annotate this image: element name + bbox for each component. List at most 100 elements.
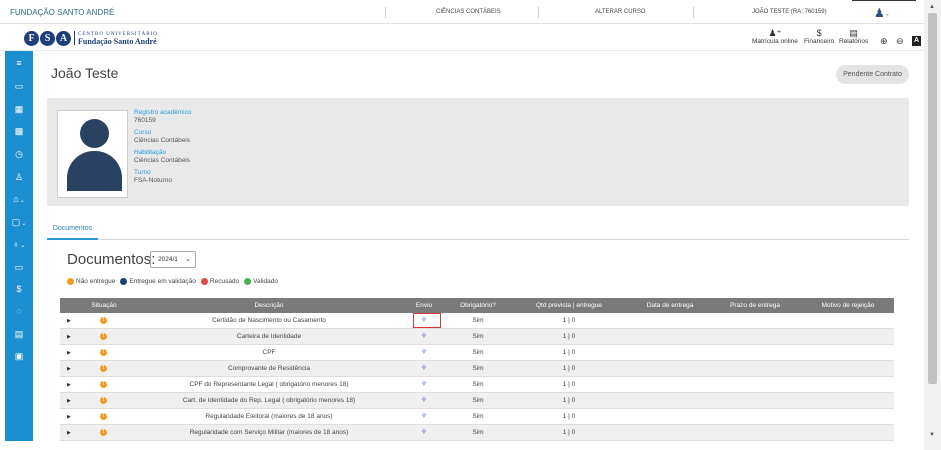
required-value: Sim	[472, 333, 484, 340]
fsa-logo[interactable]: F S A CENTRO UNIVERSITÁRIO Fundação Sant…	[24, 29, 158, 47]
expand-icon[interactable]: ▶	[67, 318, 71, 324]
zoom-in-icon[interactable]: ⊕	[880, 36, 888, 47]
document-description: Certidão de Nascimento ou Casamento	[212, 317, 326, 324]
page-scrollbar[interactable]: ▲ ▼	[924, 0, 941, 450]
divider	[538, 7, 539, 18]
attach-icon[interactable]: ✧	[421, 347, 428, 356]
table-row[interactable]: ▶! CPF do Representante Legal ( obrigatór…	[60, 377, 894, 393]
logo-letter: F	[24, 30, 39, 46]
table-row[interactable]: ▶! Carteira de Identidade ✧ Sim 1 | 0	[60, 329, 894, 345]
expand-icon[interactable]: ▶	[67, 382, 71, 388]
clock-icon[interactable]: ◷	[5, 146, 33, 162]
legend-item: Entregue em validação	[120, 278, 196, 285]
expand-icon[interactable]: ▶	[67, 398, 71, 404]
change-course-link[interactable]: ALTERAR CURSO	[595, 9, 646, 15]
tab-bar: Documentos	[47, 221, 909, 240]
table-row[interactable]: ▶! Cart. de Identidade do Rep. Legal ( ob…	[60, 393, 894, 409]
attach-icon[interactable]: ✧	[421, 411, 428, 420]
quantity-value: 1 | 0	[562, 317, 576, 324]
monitor-icon[interactable]: ▭	[5, 78, 33, 94]
year-select[interactable]: 2024/1 ⌄	[150, 251, 196, 268]
clipboard-icon[interactable]: ▢⌄	[5, 214, 33, 230]
high-contrast-icon[interactable]: A	[912, 36, 921, 46]
financeiro-link[interactable]: $ Financeiro	[804, 28, 834, 45]
expand-icon[interactable]: ▶	[67, 334, 71, 340]
table-row[interactable]: ▶! Certidão de Nascimento ou Casamento ✧ Si…	[60, 313, 894, 329]
pending-status-icon: !	[100, 429, 107, 436]
column-header: Descrição	[254, 302, 284, 309]
document-description: Comprovante de Residência	[227, 365, 311, 372]
attach-icon[interactable]: ✧	[421, 331, 428, 340]
pending-contract-button[interactable]: Pendente Contrato	[836, 65, 909, 84]
avatar-body	[67, 151, 122, 191]
user-menu-icon[interactable]: ♟⌄	[874, 6, 890, 20]
highlight-box	[413, 313, 441, 328]
user-add-icon[interactable]: ♙	[5, 169, 33, 185]
document-description: Carteira de Identidade	[236, 333, 302, 340]
divider	[385, 7, 386, 18]
sidebar: ≡ ▭ ▦ ▩ ◷ ♙ ⌂⌄ ▢⌄ ♁⌄ ▭ $ ◌ ▤ ▣	[5, 51, 33, 441]
pin-icon[interactable]: ♁⌄	[5, 236, 33, 252]
column-header: Envio	[415, 302, 433, 309]
quantity-value: 1 | 0	[562, 365, 576, 372]
calendar-icon[interactable]: ▦	[5, 101, 33, 117]
table-row[interactable]: ▶! CPF ✧ Sim 1 | 0	[60, 345, 894, 361]
chat-icon[interactable]: ◌	[5, 303, 33, 319]
user-name: JOÃO TESTE (RA: 760159)	[752, 9, 827, 15]
student-name: João Teste	[51, 65, 119, 81]
scroll-up-icon[interactable]: ▲	[929, 4, 935, 10]
divider	[852, 0, 916, 1]
required-value: Sim	[472, 365, 484, 372]
expand-icon[interactable]: ▶	[67, 414, 71, 420]
current-course: CIÊNCIAS CONTÁBEIS	[436, 9, 501, 15]
validation-icon	[120, 278, 128, 285]
top-bar: FUNDAÇÃO SANTO ANDRÉ CIÊNCIAS CONTÁBEIS …	[0, 0, 941, 24]
required-value: Sim	[472, 381, 484, 388]
window-icon[interactable]: ▣	[5, 348, 33, 364]
graduation-icon[interactable]: ⌂⌄	[5, 191, 33, 207]
pending-status-icon: !	[100, 397, 107, 404]
documents-title: Documentos:	[67, 251, 156, 268]
attach-icon[interactable]: ✧	[421, 363, 428, 372]
quantity-value: 1 | 0	[562, 381, 576, 388]
menu-icon[interactable]: ≡	[5, 55, 33, 71]
field-label: Turno	[134, 169, 151, 176]
field-value: FSA-Noturno	[134, 177, 172, 184]
table-row[interactable]: ▶! Regularidade Eleitoral (maiores de 18 …	[60, 409, 894, 425]
scroll-thumb[interactable]	[928, 13, 937, 384]
field-label: Habilitação	[134, 149, 167, 156]
logo-letter: A	[56, 30, 71, 46]
document-description: CPF do Representante Legal ( obrigatório…	[189, 381, 349, 388]
pending-status-icon: !	[100, 333, 107, 340]
logo-line-2: Fundação Santo André	[78, 37, 157, 46]
expand-icon[interactable]: ▶	[67, 366, 71, 372]
pending-status-icon: !	[100, 349, 107, 356]
document-icon[interactable]: ▤	[5, 326, 33, 342]
grid-icon[interactable]: ▩	[5, 123, 33, 139]
document-description: Regularidade Eleitoral (maiores de 18 an…	[205, 413, 333, 420]
tab-documents[interactable]: Documentos	[47, 221, 98, 240]
table-header: Situação Descrição Envio Obrigatório? Qt…	[60, 298, 894, 313]
legend-item: Não entregue	[67, 278, 115, 285]
attach-icon[interactable]: ✧	[421, 427, 428, 436]
avatar-head	[80, 119, 109, 148]
required-value: Sim	[472, 349, 484, 356]
inbox-icon[interactable]: ▭	[5, 259, 33, 275]
validated-icon	[244, 278, 252, 285]
zoom-out-icon[interactable]: ⊖	[896, 36, 904, 47]
expand-icon[interactable]: ▶	[67, 430, 71, 436]
relatorios-link[interactable]: ▤ Relatórios	[839, 28, 868, 45]
status-legend: Não entregue Entregue em validação Recus…	[67, 278, 278, 285]
attach-icon[interactable]: ✧	[421, 379, 428, 388]
column-header: Data de entrega	[646, 302, 694, 309]
divider	[693, 7, 694, 18]
table-row[interactable]: ▶! Regularidade com Serviço Militar (maio…	[60, 425, 894, 441]
document-description: Cart. de Identidade do Rep. Legal ( obri…	[182, 397, 356, 404]
scroll-down-icon[interactable]: ▼	[929, 432, 935, 438]
field-value: Ciências Contábeis	[134, 157, 191, 164]
matricula-online-link[interactable]: ♟⁺ Matrícula online	[752, 28, 798, 45]
attach-icon[interactable]: ✧	[421, 395, 428, 404]
expand-icon[interactable]: ▶	[67, 350, 71, 356]
table-row[interactable]: ▶! Comprovante de Residência ✧ Sim 1 | 0	[60, 361, 894, 377]
dollar-icon[interactable]: $	[5, 281, 33, 297]
